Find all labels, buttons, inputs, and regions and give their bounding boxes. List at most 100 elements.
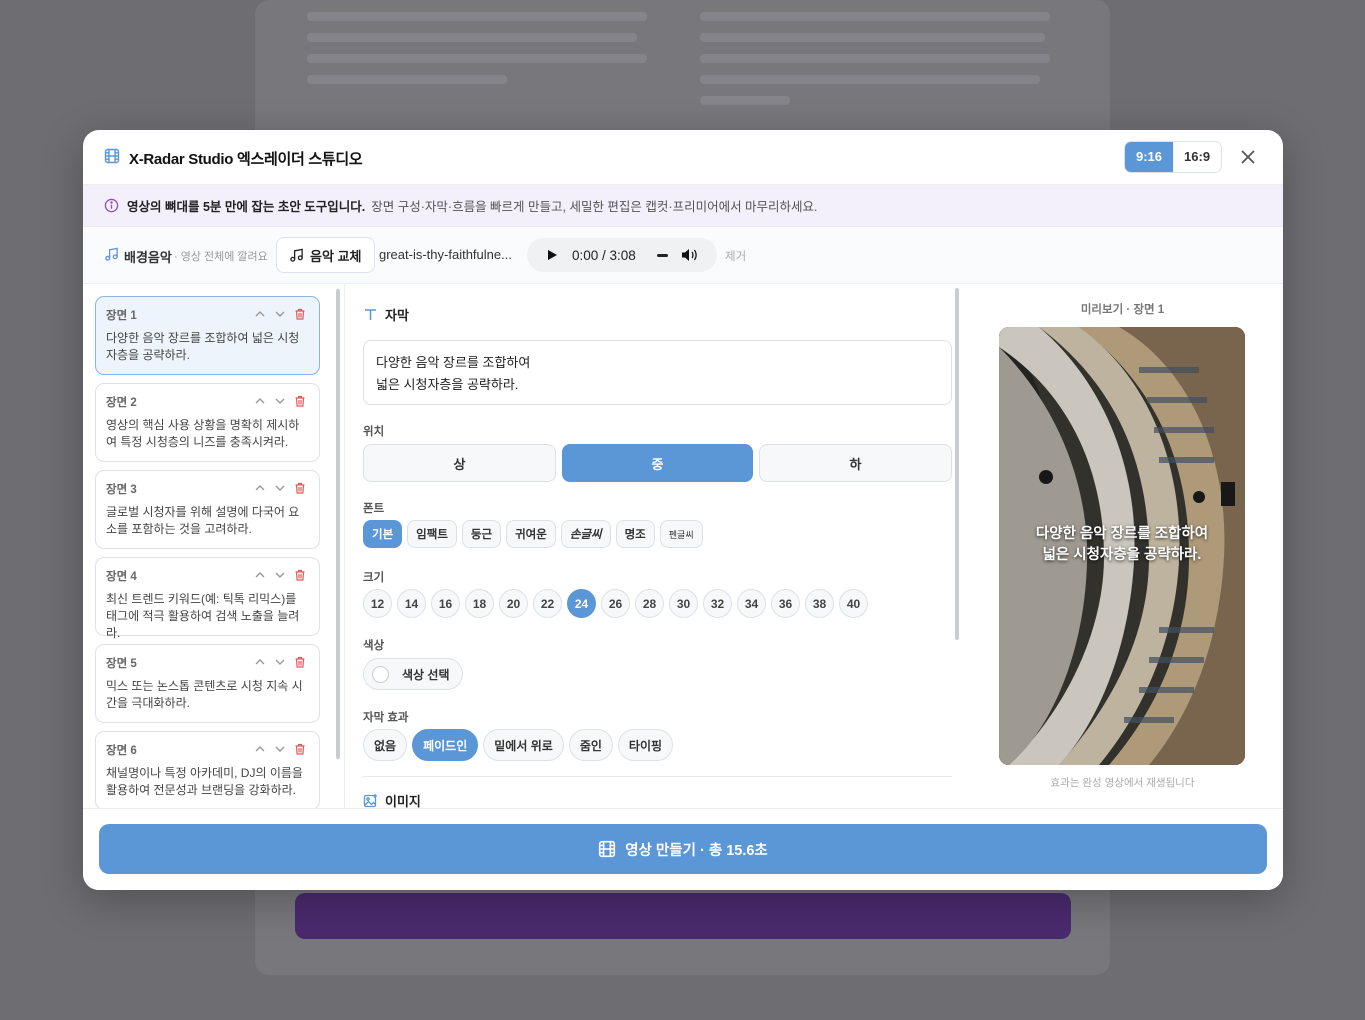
chevron-down-icon[interactable] <box>274 482 286 494</box>
audio-time: 0:00 / 3:08 <box>572 247 636 263</box>
size-label: 크기 <box>363 572 385 584</box>
font-option-cute[interactable]: 귀여운 <box>506 520 556 548</box>
background-text-right <box>700 0 1080 120</box>
position-top-button[interactable]: 상 <box>363 444 556 482</box>
preview-note: 효과는 완성 영상에서 재생됩니다 <box>1050 777 1195 789</box>
modal-title: X-Radar Studio 엑스레이더 스튜디오 <box>129 151 363 168</box>
effect-option-none[interactable]: 없음 <box>363 729 408 761</box>
size-option[interactable]: 28 <box>635 589 664 618</box>
trash-icon[interactable] <box>294 395 306 407</box>
background-button <box>295 893 1071 939</box>
size-option[interactable]: 30 <box>669 589 698 618</box>
trash-icon[interactable] <box>294 743 306 755</box>
font-option-pen[interactable]: 펜글씨 <box>659 520 703 548</box>
aspect-ratio-toggle: 9:16 16:9 <box>1124 141 1223 173</box>
modal-footer: 영상 만들기 · 총 15.6초 <box>83 808 1283 890</box>
scene-item-4[interactable]: 장면 4 최신 트렌드 키워드(예: 틱톡 리믹스)를 태그에 적극 활용하여 … <box>95 557 320 640</box>
music-file-name: great-is-thy-faithfulne... <box>379 247 512 262</box>
effect-label: 자막 효과 <box>363 712 409 724</box>
swap-music-button[interactable]: 음악 교체 <box>276 237 376 273</box>
swap-music-label: 음악 교체 <box>310 248 362 264</box>
scene-description: 영상의 핵심 사용 상황을 명확히 제시하여 특정 시청층의 니즈를 충족시켜라… <box>106 418 300 449</box>
info-icon <box>104 198 119 213</box>
scene-description: 다양한 음악 장르를 조합하여 넓은 시청자층을 공략하라. <box>106 331 300 362</box>
size-option[interactable]: 26 <box>601 589 630 618</box>
background-music-bar: 배경음악 · 영상 전체에 깔려요 음악 교체 great-is-thy-fai… <box>83 227 1283 284</box>
notice-text: 장면 구성·자막·흐름을 빠르게 만들고, 세밀한 편집은 캡컷·프리미어에서 … <box>371 200 818 214</box>
scene-list: 장면 1 다양한 음악 장르를 조합하여 넓은 시청자층을 공략하라. 장면 2… <box>83 284 345 808</box>
scene-item-5[interactable]: 장면 5 믹스 또는 논스톱 콘텐츠로 시청 지속 시간을 극대화하라. <box>95 644 320 723</box>
position-middle-button[interactable]: 중 <box>562 444 753 482</box>
chevron-up-icon[interactable] <box>254 569 266 581</box>
chevron-down-icon[interactable] <box>274 569 286 581</box>
size-option[interactable]: 34 <box>737 589 766 618</box>
size-option[interactable]: 16 <box>431 589 460 618</box>
chevron-up-icon[interactable] <box>254 743 266 755</box>
scene-list-scrollbar[interactable] <box>336 289 340 759</box>
color-picker-button[interactable]: 색상 선택 <box>363 658 463 690</box>
remove-music-button[interactable]: 제거 <box>725 248 746 264</box>
size-option[interactable]: 22 <box>533 589 562 618</box>
ratio-9-16-button[interactable]: 9:16 <box>1125 142 1174 172</box>
image-section-title: 이미지 <box>363 791 421 808</box>
scene-item-3[interactable]: 장면 3 글로벌 시청자를 위해 설명에 다국어 요소를 포함하는 것을 고려하… <box>95 470 320 549</box>
size-option[interactable]: 38 <box>805 589 834 618</box>
preview-title: 미리보기 · 장면 1 <box>1080 304 1165 316</box>
effect-option-slide-up[interactable]: 밑에서 위로 <box>483 729 564 761</box>
size-option[interactable]: 12 <box>363 589 392 618</box>
music-note-icon <box>290 248 303 262</box>
size-option[interactable]: 40 <box>839 589 868 618</box>
music-sub-label: · 영상 전체에 깔려요 <box>174 251 268 263</box>
editor-scrollbar[interactable] <box>955 288 959 640</box>
size-option[interactable]: 18 <box>465 589 494 618</box>
position-bottom-button[interactable]: 하 <box>759 444 952 482</box>
scene-item-2[interactable]: 장면 2 영상의 핵심 사용 상황을 명확히 제시하여 특정 시청층의 니즈를 … <box>95 383 320 462</box>
size-option[interactable]: 14 <box>397 589 426 618</box>
chevron-down-icon[interactable] <box>274 395 286 407</box>
trash-icon[interactable] <box>294 482 306 494</box>
trash-icon[interactable] <box>294 308 306 320</box>
studio-modal: X-Radar Studio 엑스레이더 스튜디오 9:16 16:9 영상의 … <box>83 130 1283 890</box>
progress-track[interactable] <box>657 254 668 257</box>
color-picker-label: 색상 선택 <box>402 667 450 682</box>
scene-item-1[interactable]: 장면 1 다양한 음악 장르를 조합하여 넓은 시청자층을 공략하라. <box>95 296 320 375</box>
preview-caption: 다양한 음악 장르를 조합하여 넓은 시청자층을 공략하라. <box>1035 526 1209 563</box>
trash-icon[interactable] <box>294 569 306 581</box>
font-option-impact[interactable]: 임팩트 <box>407 520 457 548</box>
chevron-up-icon[interactable] <box>254 395 266 407</box>
volume-icon[interactable] <box>681 247 698 263</box>
image-icon <box>363 794 377 808</box>
effect-option-zoom-in[interactable]: 줌인 <box>568 729 613 761</box>
trash-icon[interactable] <box>294 656 306 668</box>
notice-bold: 영상의 뼈대를 5분 만에 잡는 초안 도구입니다. <box>127 200 366 214</box>
play-icon[interactable] <box>546 249 558 261</box>
font-option-round[interactable]: 둥근 <box>461 520 502 548</box>
size-option[interactable]: 20 <box>499 589 528 618</box>
scene-description: 믹스 또는 논스톱 콘텐츠로 시청 지속 시간을 극대화하라. <box>106 679 303 710</box>
music-note-icon <box>105 247 118 261</box>
create-video-button[interactable]: 영상 만들기 · 총 15.6초 <box>99 824 1267 874</box>
close-icon[interactable] <box>1237 146 1259 168</box>
size-option[interactable]: 36 <box>771 589 800 618</box>
scene-item-6[interactable]: 장면 6 채널명이나 특정 아카데미, DJ의 이름을 활용하여 전문성과 브랜… <box>95 731 320 808</box>
chevron-down-icon[interactable] <box>274 656 286 668</box>
ratio-16-9-button[interactable]: 16:9 <box>1173 142 1221 172</box>
size-option-selected[interactable]: 24 <box>567 589 596 618</box>
effect-option-fade-in[interactable]: 페이드인 <box>412 729 479 761</box>
color-label: 색상 <box>363 640 385 652</box>
chevron-up-icon[interactable] <box>254 656 266 668</box>
font-options: 기본 임팩트 둥근 귀여운 손글씨 명조 펜글씨 <box>363 520 703 548</box>
scene-description: 글로벌 시청자를 위해 설명에 다국어 요소를 포함하는 것을 고려하라. <box>106 505 300 536</box>
chevron-up-icon[interactable] <box>254 482 266 494</box>
font-option-basic[interactable]: 기본 <box>363 520 403 548</box>
effect-option-typing[interactable]: 타이핑 <box>617 729 674 761</box>
chevron-up-icon[interactable] <box>254 308 266 320</box>
font-option-myeongjo[interactable]: 명조 <box>615 520 655 548</box>
preview-panel: 미리보기 · 장면 1 다양한 음악 장르를 조합하여 넓은 시청자층을 공략하… <box>962 284 1283 808</box>
subtitle-textarea[interactable]: 다양한 음악 장르를 조합하여 넓은 시청자층을 공략하라. <box>363 340 952 405</box>
chevron-down-icon[interactable] <box>274 308 286 320</box>
size-option[interactable]: 32 <box>703 589 732 618</box>
chevron-down-icon[interactable] <box>274 743 286 755</box>
font-option-handwriting[interactable]: 손글씨 <box>560 520 611 548</box>
background-text-left <box>307 0 687 120</box>
